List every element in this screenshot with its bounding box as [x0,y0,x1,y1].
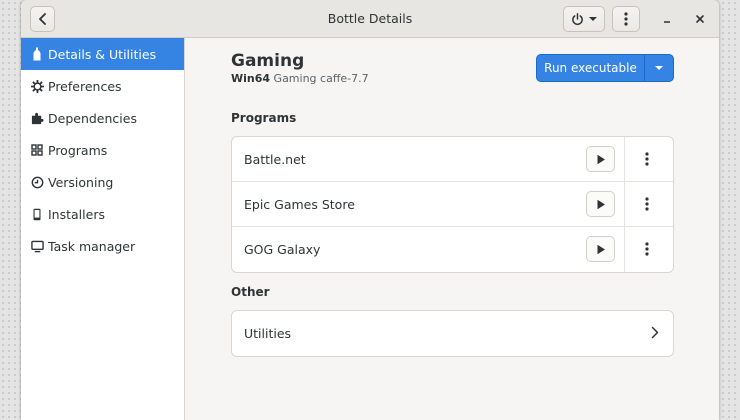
row-divider [624,137,625,182]
sidebar-item-installers[interactable]: Installers [21,198,184,230]
programs-section-title: Programs [231,111,297,125]
puzzle-icon [30,111,44,125]
program-menu-button[interactable] [633,146,661,172]
utilities-label: Utilities [244,326,292,341]
sidebar: Details & Utilities Preferences Dependen… [21,38,185,420]
sidebar-item-label: Task manager [48,238,136,254]
kebab-menu-icon [645,242,649,256]
bottle-name: Gaming [231,51,305,71]
sidebar-item-label: Installers [48,206,105,222]
close-button[interactable] [690,9,710,29]
chevron-right-icon [651,326,659,339]
run-executable-button[interactable]: Run executable [537,55,645,81]
other-list: Utilities [231,310,674,357]
sidebar-item-label: Preferences [48,78,122,94]
sidebar-item-details-utilities[interactable]: Details & Utilities [21,38,184,70]
details-content: Gaming Win64 Gaming caffe-7.7 Run execut… [186,38,719,420]
run-program-button[interactable] [586,236,615,262]
program-menu-button[interactable] [633,236,661,262]
power-icon [571,12,583,25]
program-menu-button[interactable] [633,191,661,217]
chevron-down-icon [588,17,597,21]
bottle-runner: caffe-7.7 [320,72,369,85]
minimize-icon [664,21,670,23]
bottle-subtitle: Win64 Gaming caffe-7.7 [231,72,369,85]
kebab-menu-icon [624,12,628,26]
run-program-button[interactable] [586,191,615,217]
program-row: Epic Games Store [232,182,673,227]
sidebar-item-preferences[interactable]: Preferences [21,70,184,102]
power-menu-button[interactable] [563,6,605,32]
sidebar-item-label: Programs [48,142,108,158]
bottle-arch: Win64 [231,72,271,85]
kebab-menu-icon [645,197,649,211]
play-icon [597,244,605,254]
back-button[interactable] [30,6,55,32]
row-divider [624,182,625,227]
program-row: GOG Galaxy [232,227,673,272]
row-divider [624,227,625,272]
play-icon [597,199,605,209]
monitor-icon [30,239,44,253]
utilities-row[interactable]: Utilities [232,311,673,356]
sidebar-item-versioning[interactable]: Versioning [21,166,184,198]
chevron-down-icon [655,66,663,70]
program-row: Battle.net [232,137,673,182]
sidebar-item-label: Versioning [48,174,114,190]
sidebar-item-programs[interactable]: Programs [21,134,184,166]
run-program-button[interactable] [586,146,615,172]
main-menu-button[interactable] [612,6,640,32]
clock-icon [30,175,44,189]
sidebar-item-label: Dependencies [48,110,137,126]
kebab-menu-icon [645,152,649,166]
other-section-title: Other [231,285,270,299]
run-options-dropdown[interactable] [645,55,673,81]
grid-icon [30,143,44,157]
sidebar-item-label: Details & Utilities [48,46,157,62]
phone-icon [30,207,44,221]
header-bar: Bottle Details [21,0,719,38]
programs-list: Battle.net Epic Games Store GOG Galaxy [231,136,674,273]
bottle-details-window: Bottle Details Details & Utilities Prefe… [21,0,719,420]
sidebar-item-dependencies[interactable]: Dependencies [21,102,184,134]
sidebar-item-task-manager[interactable]: Task manager [21,230,184,262]
gear-icon [30,79,44,93]
bottle-environment: Gaming [273,72,317,85]
minimize-button[interactable] [657,9,677,29]
play-icon [597,154,605,164]
chevron-left-icon [38,13,46,25]
close-icon [696,15,704,23]
run-executable-split-button: Run executable [536,54,674,82]
bottle-icon [30,47,44,61]
